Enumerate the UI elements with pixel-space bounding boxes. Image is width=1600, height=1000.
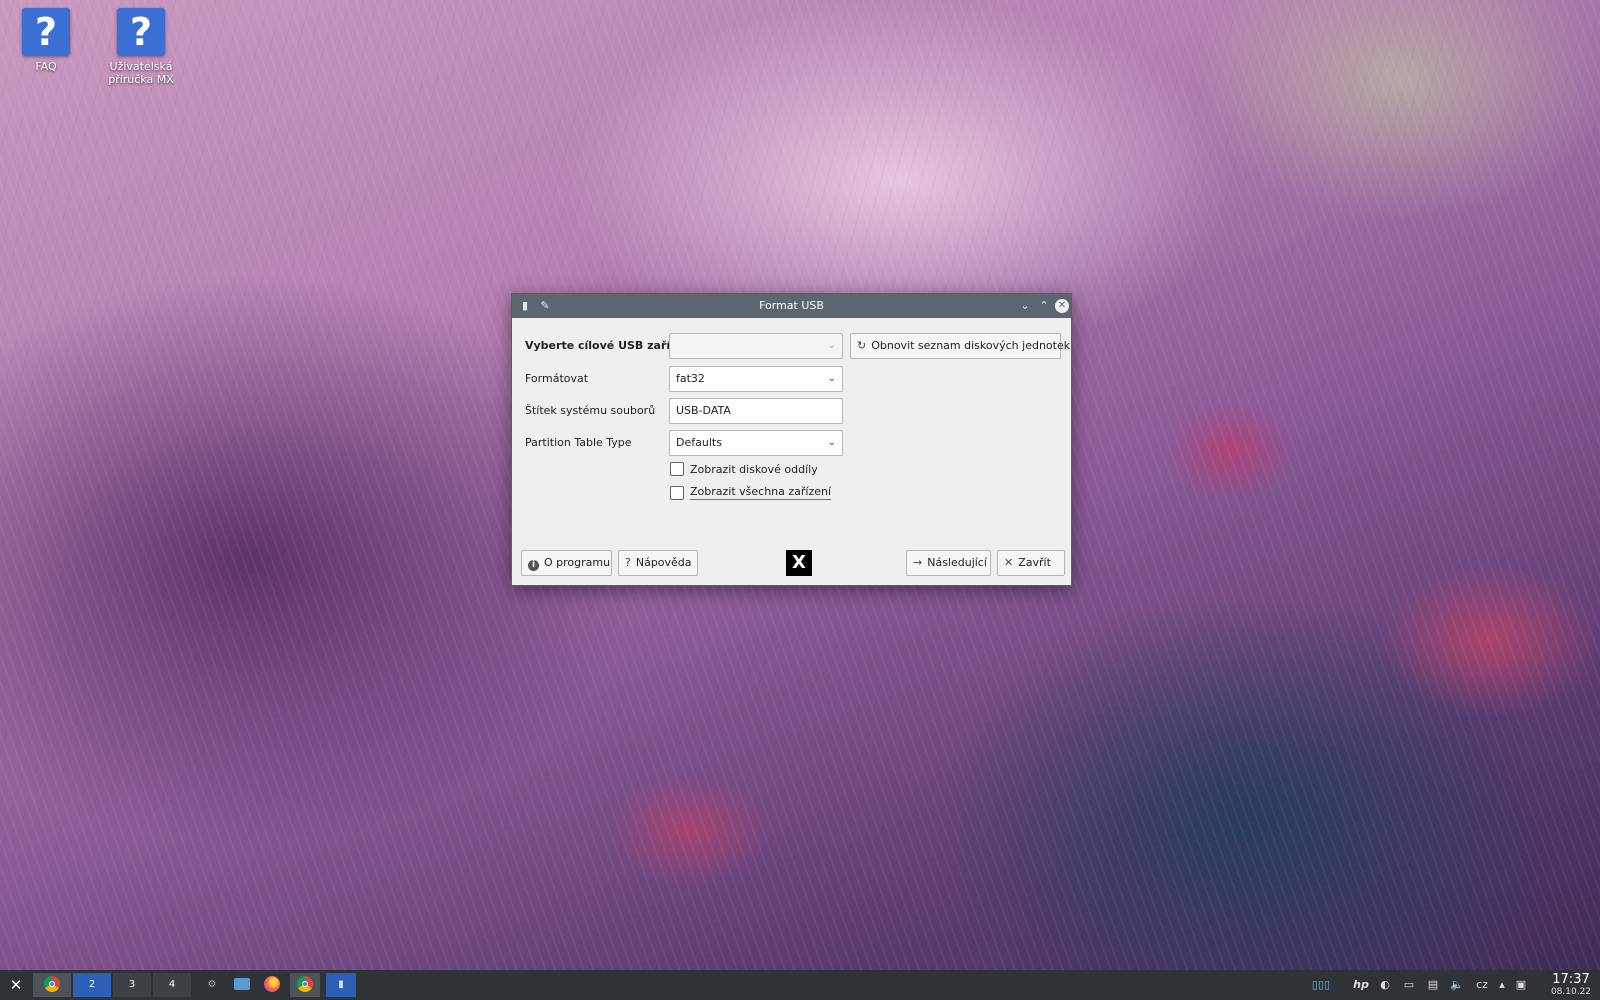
partition-type-label: Partition Table Type (525, 436, 632, 449)
target-device-select[interactable]: ⌄ (669, 333, 843, 359)
clock-time: 17:37 (1552, 972, 1590, 987)
help-button[interactable]: ? Nápověda (618, 550, 698, 576)
desktop-icon-faq[interactable]: ? FAQ (6, 8, 86, 73)
format-value: fat32 (676, 372, 705, 385)
volume-icon[interactable]: 🔈 (1448, 970, 1466, 1000)
arrow-right-icon: → (913, 556, 923, 569)
folder-icon (234, 978, 250, 990)
maximize-icon[interactable]: ⌃ (1036, 298, 1052, 314)
question-icon: ? (625, 556, 631, 569)
window-title: Format USB (759, 299, 824, 312)
tray-expand-icon[interactable]: ▴ (1494, 970, 1510, 1000)
desktop-icon-label: příručka MX (108, 73, 174, 86)
about-button[interactable]: i O programu (521, 550, 612, 576)
chevron-down-icon: ⌄ (827, 373, 836, 384)
gears-icon: ⚙ (207, 979, 217, 990)
clock-date: 08.10.22 (1550, 987, 1592, 997)
launcher-firefox[interactable] (260, 973, 284, 997)
desktop-icon-label: FAQ (35, 60, 57, 73)
mx-logo-icon: X (786, 550, 812, 576)
checkbox-box[interactable] (670, 485, 684, 500)
taskbar: ✕ 2 3 4 ⚙ ▮ ▯▯▯ hp ◐ ▭ ▤ 🔈 cz ▴ ▣ 17:37 … (0, 970, 1600, 1000)
format-select[interactable]: fat32 ⌄ (669, 366, 843, 392)
fs-label-input[interactable]: USB-DATA (669, 398, 843, 424)
workspace-number: 2 (88, 979, 96, 990)
workspace-number: 4 (168, 979, 176, 990)
minimize-icon[interactable]: ⌄ (1017, 298, 1033, 314)
chevron-down-icon: ⌄ (827, 437, 836, 448)
workspace-number: 3 (128, 979, 136, 990)
refresh-drives-label: Obnovit seznam diskových jednotek (871, 339, 1071, 352)
mx-logo-icon: ✕ (9, 976, 23, 994)
show-partitions-checkbox[interactable]: Zobrazit diskové oddíly (670, 462, 818, 476)
launcher-settings[interactable]: ⚙ (200, 973, 224, 997)
help-label: Nápověda (635, 556, 692, 569)
printer-icon[interactable]: ▭ (1400, 970, 1418, 1000)
close-icon: ✕ (1004, 556, 1014, 569)
keyboard-layout[interactable]: cz (1472, 970, 1492, 1000)
partition-type-value: Defaults (676, 436, 722, 449)
close-icon[interactable]: ✕ (1055, 299, 1069, 313)
task-chrome[interactable] (290, 973, 320, 997)
fs-label-label: Štítek systému souborů (525, 404, 656, 417)
firefox-icon (264, 976, 280, 992)
next-button[interactable]: → Následující (906, 550, 991, 576)
desktop-icon-user-manual[interactable]: ? Uživatelská příručka MX (101, 8, 181, 86)
refresh-drives-button[interactable]: ↻ Obnovit seznam diskových jednotek (850, 333, 1070, 359)
help-icon: ? (117, 8, 165, 56)
clipboard-icon[interactable]: ▤ (1424, 970, 1442, 1000)
launcher-files[interactable] (230, 973, 254, 997)
format-label: Formátovat (525, 372, 589, 385)
hp-icon[interactable]: hp (1352, 970, 1370, 1000)
start-menu-button[interactable]: ✕ (3, 973, 29, 997)
workspace-2[interactable]: 2 (73, 973, 111, 997)
partition-type-select[interactable]: Defaults ⌄ (669, 430, 843, 456)
next-label: Následující (927, 556, 987, 569)
checkbox-box[interactable] (670, 462, 684, 476)
help-icon: ? (22, 8, 70, 56)
window-titlebar[interactable]: ▮ ✎ Format USB ⌄ ⌃ ✕ (512, 294, 1071, 318)
chrome-icon (44, 976, 60, 992)
info-icon: i (528, 560, 539, 571)
network-icon[interactable]: ◐ (1376, 970, 1394, 1000)
task-format-usb[interactable]: ▮ (326, 973, 356, 997)
show-all-devices-label: Zobrazit všechna zařízení (690, 485, 832, 500)
display-icon[interactable]: ▣ (1512, 970, 1530, 1000)
chevron-down-icon: ⌄ (827, 340, 836, 351)
close-button[interactable]: ✕ Zavřít (997, 550, 1065, 576)
clock[interactable]: 17:37 08.10.22 (1544, 972, 1598, 998)
desktop-icon-label: Uživatelská (109, 60, 173, 73)
cpu-monitor[interactable]: ▯▯▯ (1297, 970, 1345, 1000)
refresh-icon: ↻ (857, 339, 867, 352)
app-icon: ▮ (338, 979, 344, 990)
workspace-1[interactable] (33, 973, 71, 997)
about-label: O programu (544, 556, 611, 569)
show-all-devices-checkbox[interactable]: Zobrazit všechna zařízení (670, 485, 832, 500)
close-label: Zavřít (1018, 556, 1051, 569)
chrome-icon (297, 976, 313, 992)
workspace-4[interactable]: 4 (153, 973, 191, 997)
workspace-3[interactable]: 3 (113, 973, 151, 997)
show-partitions-label: Zobrazit diskové oddíly (690, 462, 818, 476)
